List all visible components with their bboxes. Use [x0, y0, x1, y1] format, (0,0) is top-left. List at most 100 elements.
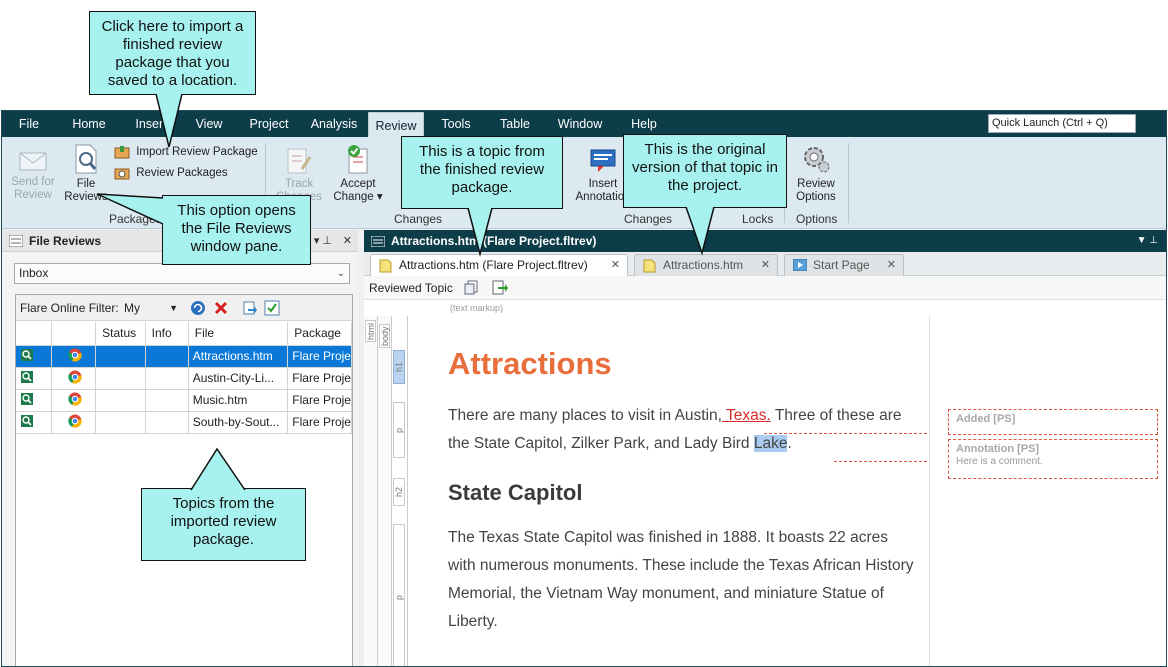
paragraph-text: .: [787, 435, 792, 452]
column-header-info[interactable]: Info: [145, 322, 189, 346]
menu-view[interactable]: View: [186, 111, 232, 137]
status-cell: [95, 411, 146, 434]
chevron-down-icon: ▼: [169, 303, 178, 313]
tab-original-topic[interactable]: Attractions.htm ✕: [634, 254, 778, 276]
info-cell: [145, 411, 189, 434]
delete-icon[interactable]: [213, 300, 229, 316]
topic-paragraph-1: There are many places to visit in Austin…: [448, 402, 918, 458]
struct-tag-h2[interactable]: h2: [393, 478, 405, 506]
added-comment[interactable]: Added [PS]: [948, 409, 1158, 435]
structure-bar-body: body: [378, 316, 392, 666]
column-header-package[interactable]: Package: [287, 322, 352, 346]
filter-dropdown-value: My: [124, 301, 140, 315]
filter-toolbar: Flare Online Filter: My ▼: [16, 295, 352, 321]
inbox-dropdown-value: Inbox: [19, 266, 49, 280]
comment-title: Added [PS]: [956, 413, 1016, 425]
send-for-review-label: Send for Review: [11, 176, 55, 201]
menu-home[interactable]: Home: [62, 111, 116, 137]
filter-dropdown[interactable]: My ▼: [120, 299, 180, 317]
structure-bar-blocks: h1 p h2 p: [392, 316, 408, 666]
accept-change-label: Accept Change ▾: [333, 178, 383, 203]
struct-tag-html[interactable]: html: [365, 320, 376, 342]
chrome-icon: [51, 389, 97, 412]
status-cell: [95, 345, 146, 368]
group-changes-label: Changes: [394, 212, 443, 226]
document-pane: Attractions.htm (Flare Project.fltrev) ▼…: [364, 230, 1166, 666]
menu-table[interactable]: Table: [492, 111, 538, 137]
table-row[interactable]: Attractions.htm Flare Proje: [16, 345, 352, 368]
checklist-icon[interactable]: [264, 300, 280, 316]
review-options-button[interactable]: Review Options: [790, 143, 842, 204]
chrome-icon: [51, 345, 97, 368]
column-header[interactable]: [16, 322, 52, 346]
inbox-dropdown[interactable]: Inbox ⌄: [14, 263, 350, 284]
package-cell: Flare Proje: [287, 345, 352, 368]
copy-icon[interactable]: [464, 280, 479, 295]
menu-analysis[interactable]: Analysis: [304, 111, 364, 137]
column-header-status[interactable]: Status: [95, 322, 146, 346]
close-icon[interactable]: ✕: [887, 255, 896, 275]
column-header[interactable]: [51, 322, 97, 346]
review-packages-label: Review Packages: [136, 167, 228, 179]
topic-file-icon: [379, 259, 392, 273]
menu-project[interactable]: Project: [242, 111, 296, 137]
added-leader-line: [764, 433, 947, 434]
menu-window[interactable]: Window: [550, 111, 610, 137]
file-reviews-pane: File Reviews ▾ ⊥ ✕ Inbox ⌄ Flare Online …: [2, 230, 358, 666]
pin-icon[interactable]: ▼ ⊥: [1137, 230, 1158, 252]
topic-subheading: State Capitol: [448, 480, 583, 505]
pin-icon[interactable]: ▾ ⊥: [314, 230, 332, 252]
review-packages-icon: [114, 168, 130, 180]
text-markup-label: (text markup): [450, 303, 504, 313]
struct-tag-p[interactable]: p: [393, 402, 405, 458]
info-cell: [145, 345, 189, 368]
quick-launch-input[interactable]: Quick Launch (Ctrl + Q): [988, 114, 1136, 133]
file-reviews-list: Flare Online Filter: My ▼ Status Info Fi…: [15, 294, 353, 666]
topic-heading: Attractions: [448, 346, 612, 381]
tab-label: Start Page: [813, 258, 870, 272]
annotated-text[interactable]: Lake: [753, 435, 788, 452]
comment-body: Here is a comment.: [956, 456, 1043, 467]
close-icon[interactable]: ✕: [761, 255, 770, 275]
table-row[interactable]: Music.htm Flare Proje: [16, 389, 352, 412]
review-packages-button[interactable]: Review Packages: [114, 164, 228, 182]
export-icon[interactable]: [242, 300, 258, 316]
review-status-icon: [16, 345, 52, 368]
callout-pointer: [155, 91, 183, 148]
comment-title: Annotation [PS]: [956, 443, 1040, 455]
group-options-label: Options: [796, 212, 838, 226]
struct-tag-p[interactable]: p: [393, 524, 405, 666]
close-icon[interactable]: ✕: [611, 255, 620, 275]
info-cell: [145, 389, 189, 412]
refresh-icon[interactable]: [190, 300, 206, 316]
annotation-comment[interactable]: Annotation [PS] Here is a comment.: [948, 439, 1158, 479]
accept-all-icon[interactable]: [492, 280, 508, 295]
struct-tag-h1[interactable]: h1: [393, 350, 405, 384]
struct-tag-body[interactable]: body: [379, 324, 390, 348]
package-cell: Flare Proje: [287, 389, 352, 412]
accept-change-button[interactable]: Accept Change ▾: [330, 143, 386, 204]
callout-import-package: Click here to import a finished review p…: [89, 11, 256, 95]
tab-label: Attractions.htm (Flare Project.fltrev): [399, 258, 588, 272]
review-status-icon: [16, 389, 52, 412]
tab-reviewed-topic[interactable]: Attractions.htm (Flare Project.fltrev) ✕: [370, 254, 628, 277]
topic-paragraph-2: The Texas State Capitol was finished in …: [448, 529, 914, 630]
menu-tools[interactable]: Tools: [432, 111, 480, 137]
review-status-icon: [16, 411, 52, 434]
table-row[interactable]: South-by-Sout... Flare Proje: [16, 411, 352, 434]
column-header-file[interactable]: File: [188, 322, 289, 346]
callout-review-topic: This is a topic from the finished review…: [401, 136, 563, 209]
status-cell: [95, 367, 146, 390]
table-row[interactable]: Austin-City-Li... Flare Proje: [16, 367, 352, 390]
callout-pointer: [467, 205, 493, 257]
editor-area[interactable]: html body h1 p h2 p Attractions There ar…: [364, 316, 1166, 666]
tab-start-page[interactable]: Start Page ✕: [784, 254, 904, 276]
accept-change-icon: [348, 145, 368, 174]
send-for-review-button[interactable]: Send for Review: [6, 149, 60, 202]
callout-pointer: [190, 447, 246, 493]
close-icon[interactable]: ✕: [343, 230, 352, 252]
menu-review[interactable]: Review: [368, 112, 424, 137]
comments-margin: Added [PS] Annotation [PS] Here is a com…: [929, 316, 1166, 666]
menu-file[interactable]: File: [8, 111, 50, 137]
added-text[interactable]: Texas.: [722, 407, 771, 424]
